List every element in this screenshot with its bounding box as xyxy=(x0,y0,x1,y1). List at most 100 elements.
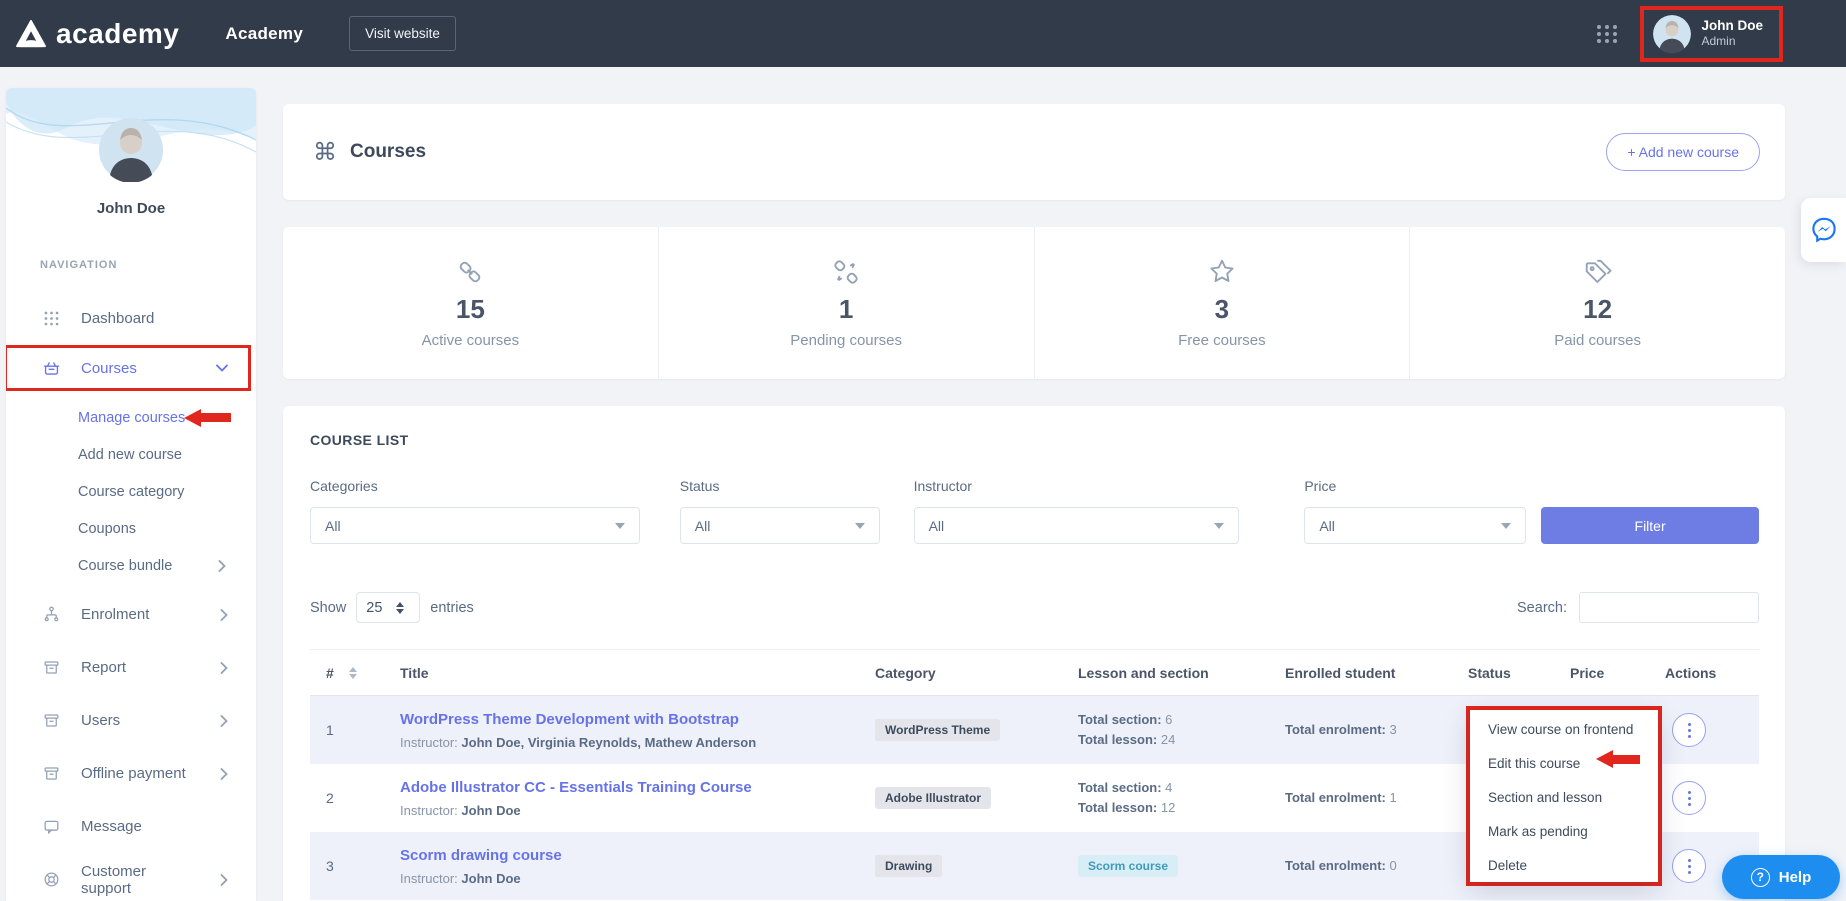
sidebar-item-message[interactable]: Message xyxy=(6,800,256,853)
select-value: All xyxy=(695,518,711,534)
column-header-category[interactable]: Category xyxy=(845,665,1050,681)
lesson-section-cell: Total section: 4 Total lesson: 12 xyxy=(1050,778,1255,818)
tags-icon xyxy=(1583,257,1613,287)
column-header-lesson-section[interactable]: Lesson and section xyxy=(1050,665,1255,681)
caret-down-icon xyxy=(1214,523,1224,529)
messenger-chat-tab[interactable] xyxy=(1801,198,1846,262)
row-actions-button[interactable] xyxy=(1672,713,1706,747)
category-cell: Drawing xyxy=(845,855,1050,877)
dots-grid-icon xyxy=(42,309,61,328)
sidebar-nav: Dashboard Courses Manage courses xyxy=(6,293,256,901)
status-select[interactable]: All xyxy=(680,507,880,544)
page-title-text: Courses xyxy=(350,141,426,163)
lifebuoy-icon xyxy=(42,870,61,889)
help-label: Help xyxy=(1779,869,1812,886)
filters-row: Categories All Status All Instructor All xyxy=(310,478,1759,544)
logo-text: academy xyxy=(56,18,179,50)
sidebar-item-course-bundle[interactable]: Course bundle xyxy=(6,547,256,584)
category-badge: WordPress Theme xyxy=(875,719,1000,741)
help-button[interactable]: ? Help xyxy=(1722,855,1840,899)
sidebar-item-course-category[interactable]: Course category xyxy=(6,473,256,510)
column-header-enrolled-student[interactable]: Enrolled student xyxy=(1255,665,1445,681)
column-header-title[interactable]: Title xyxy=(380,665,845,681)
sidebar-item-customer-support[interactable]: Customer support xyxy=(6,853,256,901)
actions-cell xyxy=(1650,713,1759,747)
categories-select[interactable]: All xyxy=(310,507,640,544)
actions-cell xyxy=(1650,781,1759,815)
price-select[interactable]: All xyxy=(1304,507,1526,544)
stat-value: 12 xyxy=(1583,294,1612,325)
star-icon xyxy=(1207,257,1237,287)
row-actions-button[interactable] xyxy=(1672,849,1706,883)
filter-button[interactable]: Filter xyxy=(1541,507,1759,544)
column-header-price[interactable]: Price xyxy=(1550,665,1650,681)
add-new-course-button[interactable]: + Add new course xyxy=(1606,133,1760,171)
course-title-cell: WordPress Theme Development with Bootstr… xyxy=(380,711,845,750)
sidebar-item-offline-payment[interactable]: Offline payment xyxy=(6,747,256,800)
sidebar-item-courses[interactable]: Courses xyxy=(6,343,256,393)
archive-icon xyxy=(42,658,61,677)
sidebar-item-enrolment[interactable]: Enrolment xyxy=(6,588,256,641)
academy-admin-app: academy Academy Visit website John Doe xyxy=(0,0,1846,901)
filter-label: Instructor xyxy=(914,478,1240,494)
stat-label: Active courses xyxy=(422,332,520,349)
menu-item-view-course[interactable]: View course on frontend xyxy=(1470,712,1658,746)
course-title-link[interactable]: WordPress Theme Development with Bootstr… xyxy=(400,711,739,728)
table-controls: Show 25 entries Search: xyxy=(310,592,1759,623)
avatar xyxy=(99,169,163,186)
row-actions-button[interactable] xyxy=(1672,781,1706,815)
sidebar-item-coupons[interactable]: Coupons xyxy=(6,510,256,547)
course-title-link[interactable]: Adobe Illustrator CC - Essentials Traini… xyxy=(400,779,752,796)
sidebar-item-label: Users xyxy=(81,712,120,729)
instructor-line: Instructor: John Doe xyxy=(400,871,845,886)
sidebar-item-label: Report xyxy=(81,659,126,676)
menu-item-delete[interactable]: Delete xyxy=(1470,848,1658,882)
row-actions-context-menu: View course on frontend Edit this course… xyxy=(1470,710,1658,882)
sidebar-item-users[interactable]: Users xyxy=(6,694,256,747)
entries-count-select[interactable]: 25 xyxy=(356,592,420,623)
menu-item-mark-pending[interactable]: Mark as pending xyxy=(1470,814,1658,848)
visit-website-button[interactable]: Visit website xyxy=(349,16,456,51)
apps-grid-icon[interactable] xyxy=(1597,25,1618,43)
instructor-line: Instructor: John Doe xyxy=(400,803,845,818)
messenger-icon xyxy=(1809,215,1839,245)
instructor-select[interactable]: All xyxy=(914,507,1240,544)
entries-label: entries xyxy=(430,600,474,616)
sidebar-item-add-new-course[interactable]: Add new course xyxy=(6,436,256,473)
broken-link-icon xyxy=(831,257,861,287)
topbar-user-menu[interactable]: John Doe Admin xyxy=(1640,6,1783,62)
stat-free-courses: 3 Free courses xyxy=(1035,227,1411,379)
sidebar-item-manage-courses[interactable]: Manage courses xyxy=(6,399,256,436)
filter-price: Price All xyxy=(1304,478,1526,544)
stepper-arrows-icon xyxy=(396,602,404,614)
sidebar-item-label: Manage courses xyxy=(78,410,185,426)
user-role: Admin xyxy=(1701,34,1763,49)
courses-submenu: Manage courses Add new course Course cat… xyxy=(6,393,256,588)
course-title-cell: Scorm drawing course Instructor: John Do… xyxy=(380,847,845,886)
chevron-right-icon xyxy=(220,874,228,886)
course-list-title: COURSE LIST xyxy=(310,432,1759,448)
column-header-actions: Actions xyxy=(1650,665,1759,681)
course-title-link[interactable]: Scorm drawing course xyxy=(400,847,562,864)
user-name: John Doe xyxy=(1701,18,1763,35)
sidebar-item-dashboard[interactable]: Dashboard xyxy=(6,293,256,343)
sidebar-item-report[interactable]: Report xyxy=(6,641,256,694)
column-header-status[interactable]: Status xyxy=(1445,665,1550,681)
category-cell: Adobe Illustrator xyxy=(845,787,1050,809)
search-input[interactable] xyxy=(1579,592,1759,623)
stat-value: 15 xyxy=(456,294,485,325)
archive-icon xyxy=(42,711,61,730)
annotation-arrow-edit-course xyxy=(1596,750,1640,768)
row-number: 2 xyxy=(310,790,380,806)
filter-categories: Categories All xyxy=(310,478,640,544)
sidebar-item-label: Message xyxy=(81,818,142,835)
academy-logo-icon xyxy=(16,20,46,48)
annotation-arrow-manage-courses xyxy=(184,409,231,427)
row-number: 3 xyxy=(310,858,380,874)
chevron-right-icon xyxy=(220,662,228,674)
sort-icon xyxy=(349,667,357,679)
menu-item-section-lesson[interactable]: Section and lesson xyxy=(1470,780,1658,814)
column-header-number[interactable]: # xyxy=(310,665,380,681)
category-cell: WordPress Theme xyxy=(845,719,1050,741)
filter-status: Status All xyxy=(680,478,880,544)
